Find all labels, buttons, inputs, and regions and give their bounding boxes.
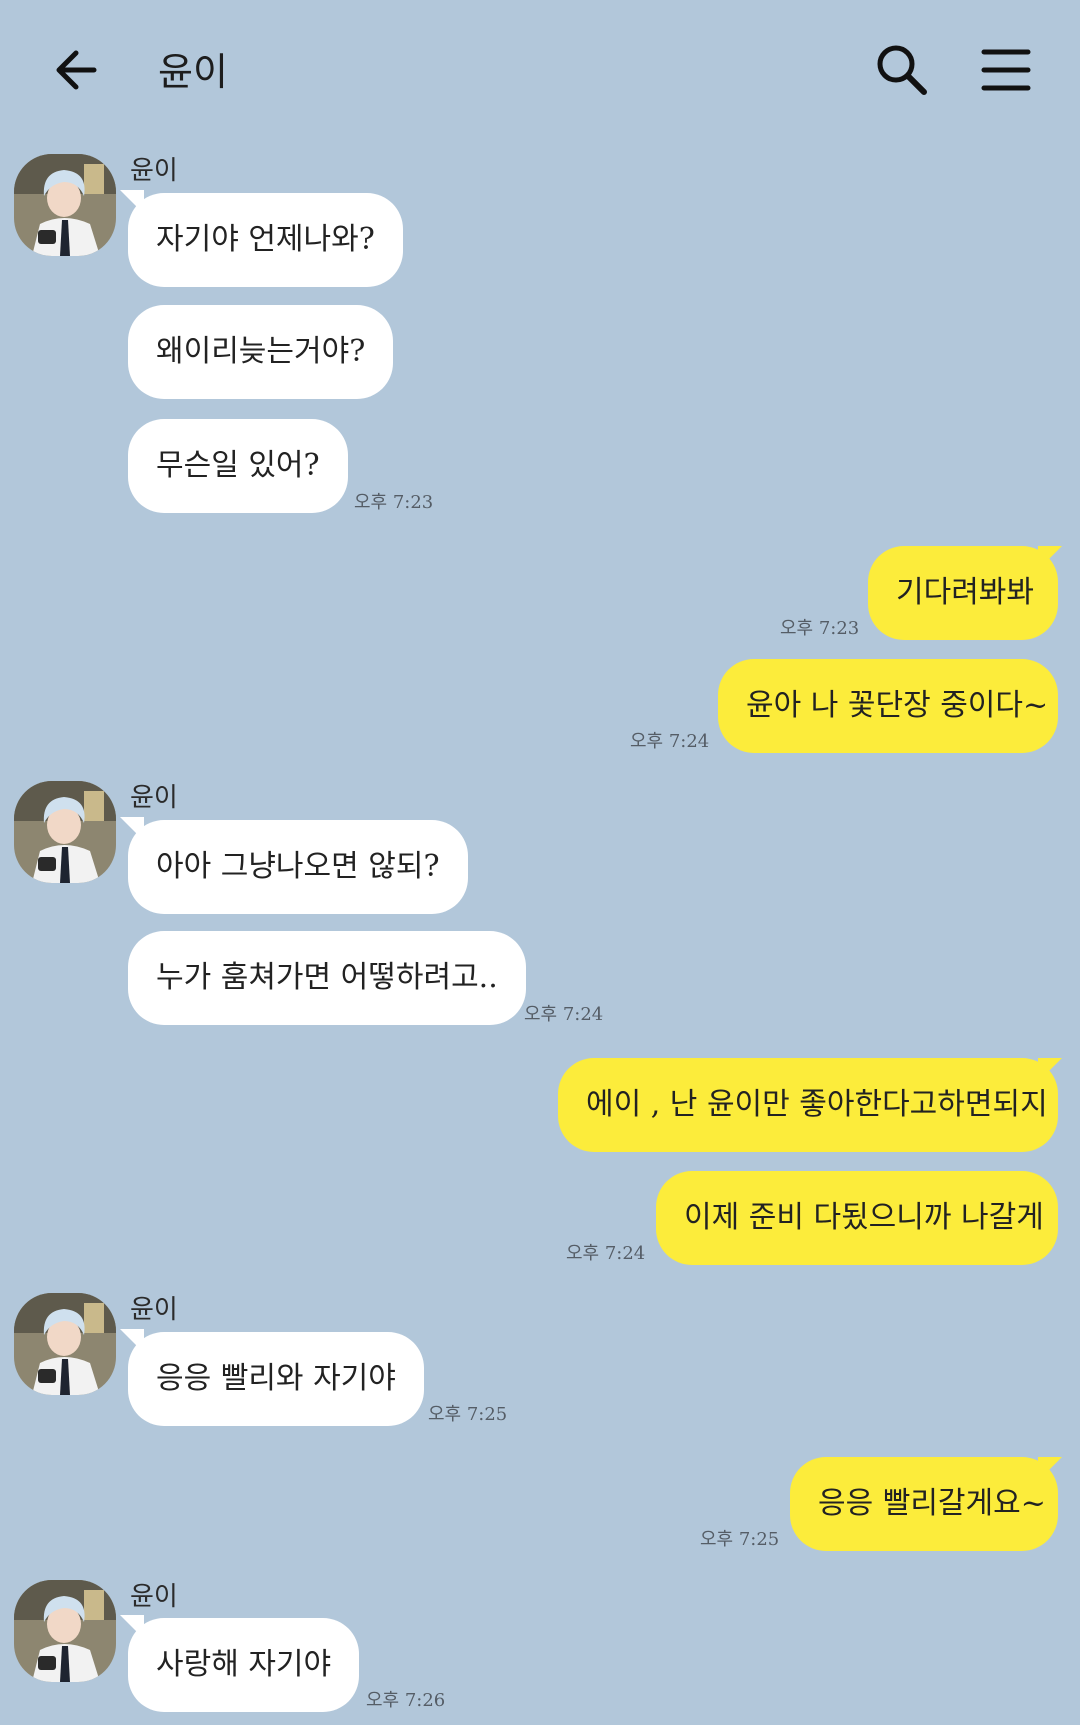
search-button[interactable] — [874, 42, 930, 98]
message-timestamp: 오후 7:24 — [630, 731, 710, 752]
profile-photo-icon — [14, 781, 116, 883]
hamburger-menu-icon — [981, 49, 1031, 91]
message-bubble-outgoing[interactable]: 기다려봐봐 — [868, 546, 1058, 640]
sender-name: 윤이 — [130, 156, 178, 186]
avatar[interactable] — [14, 1580, 116, 1682]
message-bubble-incoming[interactable]: 아아 그냥나오면 않되? — [128, 820, 468, 914]
message-timestamp: 오후 7:23 — [780, 618, 860, 639]
avatar[interactable] — [14, 154, 116, 256]
message-timestamp: 오후 7:23 — [354, 492, 434, 513]
profile-photo-icon — [14, 154, 116, 256]
search-icon — [877, 45, 927, 95]
arrow-left-icon — [56, 50, 97, 90]
profile-photo-icon — [14, 1293, 116, 1395]
menu-button[interactable] — [980, 44, 1032, 96]
message-timestamp: 오후 7:25 — [700, 1529, 780, 1550]
message-bubble-incoming[interactable]: 응응 빨리와 자기야 — [128, 1332, 424, 1426]
message-bubble-outgoing[interactable]: 이제 준비 다됬으니까 나갈게 — [656, 1171, 1058, 1265]
message-timestamp: 오후 7:24 — [524, 1004, 604, 1025]
back-button[interactable] — [50, 42, 106, 98]
avatar[interactable] — [14, 1293, 116, 1395]
message-bubble-incoming[interactable]: 무슨일 있어? — [128, 419, 348, 513]
sender-name: 윤이 — [130, 783, 178, 813]
message-timestamp: 오후 7:25 — [428, 1404, 508, 1425]
sender-name: 윤이 — [130, 1295, 178, 1325]
message-timestamp: 오후 7:26 — [366, 1690, 446, 1711]
message-bubble-incoming[interactable]: 누가 훔쳐가면 어떻하려고.. — [128, 931, 526, 1025]
message-timestamp: 오후 7:24 — [566, 1243, 646, 1264]
profile-photo-icon — [14, 1580, 116, 1682]
message-bubble-outgoing[interactable]: 에이 , 난 윤이만 좋아한다고하면되지 — [558, 1058, 1058, 1152]
message-bubble-incoming[interactable]: 자기야 언제나와? — [128, 193, 403, 287]
chat-header: 윤이 — [0, 0, 1080, 145]
chat-title: 윤이 — [158, 50, 228, 94]
sender-name: 윤이 — [130, 1582, 178, 1612]
message-bubble-incoming[interactable]: 왜이리늦는거야? — [128, 305, 394, 399]
message-bubble-incoming[interactable]: 사랑해 자기야 — [128, 1618, 360, 1712]
avatar[interactable] — [14, 781, 116, 883]
message-bubble-outgoing[interactable]: 응응 빨리갈게요~ — [790, 1457, 1058, 1551]
message-bubble-outgoing[interactable]: 윤아 나 꽃단장 중이다~ — [718, 659, 1058, 753]
